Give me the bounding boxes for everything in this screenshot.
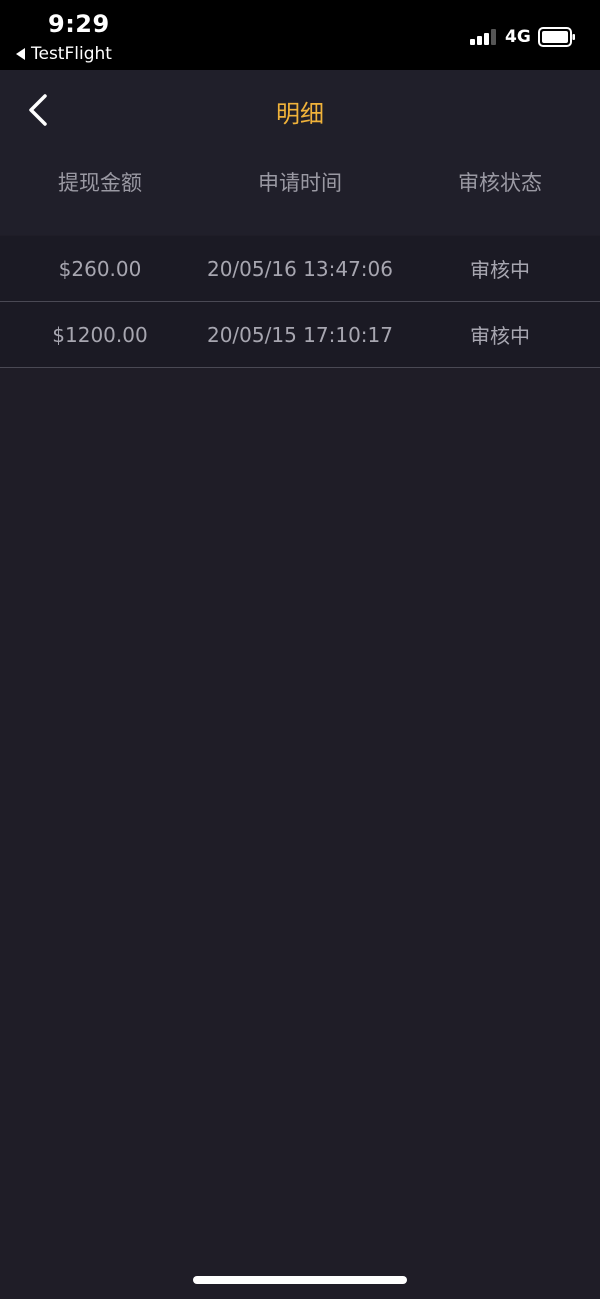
back-triangle-icon bbox=[16, 48, 25, 60]
status-time: 9:29 bbox=[48, 10, 110, 38]
table-row[interactable]: $260.00 20/05/16 13:47:06 审核中 bbox=[0, 236, 600, 302]
battery-icon bbox=[538, 27, 575, 47]
table-header: 提现金额 申请时间 审核状态 bbox=[0, 150, 600, 235]
network-type: 4G bbox=[505, 27, 531, 47]
table-row[interactable]: $1200.00 20/05/15 17:10:17 审核中 bbox=[0, 302, 600, 368]
home-indicator[interactable] bbox=[193, 1276, 407, 1284]
page-title: 明细 bbox=[276, 100, 324, 128]
amount-cell: $1200.00 bbox=[52, 322, 148, 347]
withdrawal-list: $260.00 20/05/16 13:47:06 审核中 $1200.00 2… bbox=[0, 236, 600, 368]
back-to-testflight-link[interactable]: TestFlight bbox=[16, 44, 112, 64]
navigation-bar: 明细 bbox=[0, 70, 600, 150]
screen: 9:29 TestFlight 4G 明细 提现金额 申请时间 审核状态 $26… bbox=[0, 0, 600, 1299]
amount-cell: $260.00 bbox=[58, 256, 142, 281]
column-header-apply-time: 申请时间 bbox=[258, 171, 342, 195]
column-header-status: 审核状态 bbox=[458, 171, 542, 195]
status-bar: 9:29 TestFlight 4G bbox=[0, 0, 600, 70]
column-header-amount: 提现金额 bbox=[58, 171, 142, 195]
apply-time-cell: 20/05/15 17:10:17 bbox=[206, 322, 393, 347]
status-cell: 审核中 bbox=[470, 258, 530, 282]
status-cell: 审核中 bbox=[470, 324, 530, 348]
cellular-signal-icon bbox=[470, 29, 496, 45]
back-app-label: TestFlight bbox=[31, 44, 112, 64]
apply-time-cell: 20/05/16 13:47:06 bbox=[206, 256, 393, 281]
